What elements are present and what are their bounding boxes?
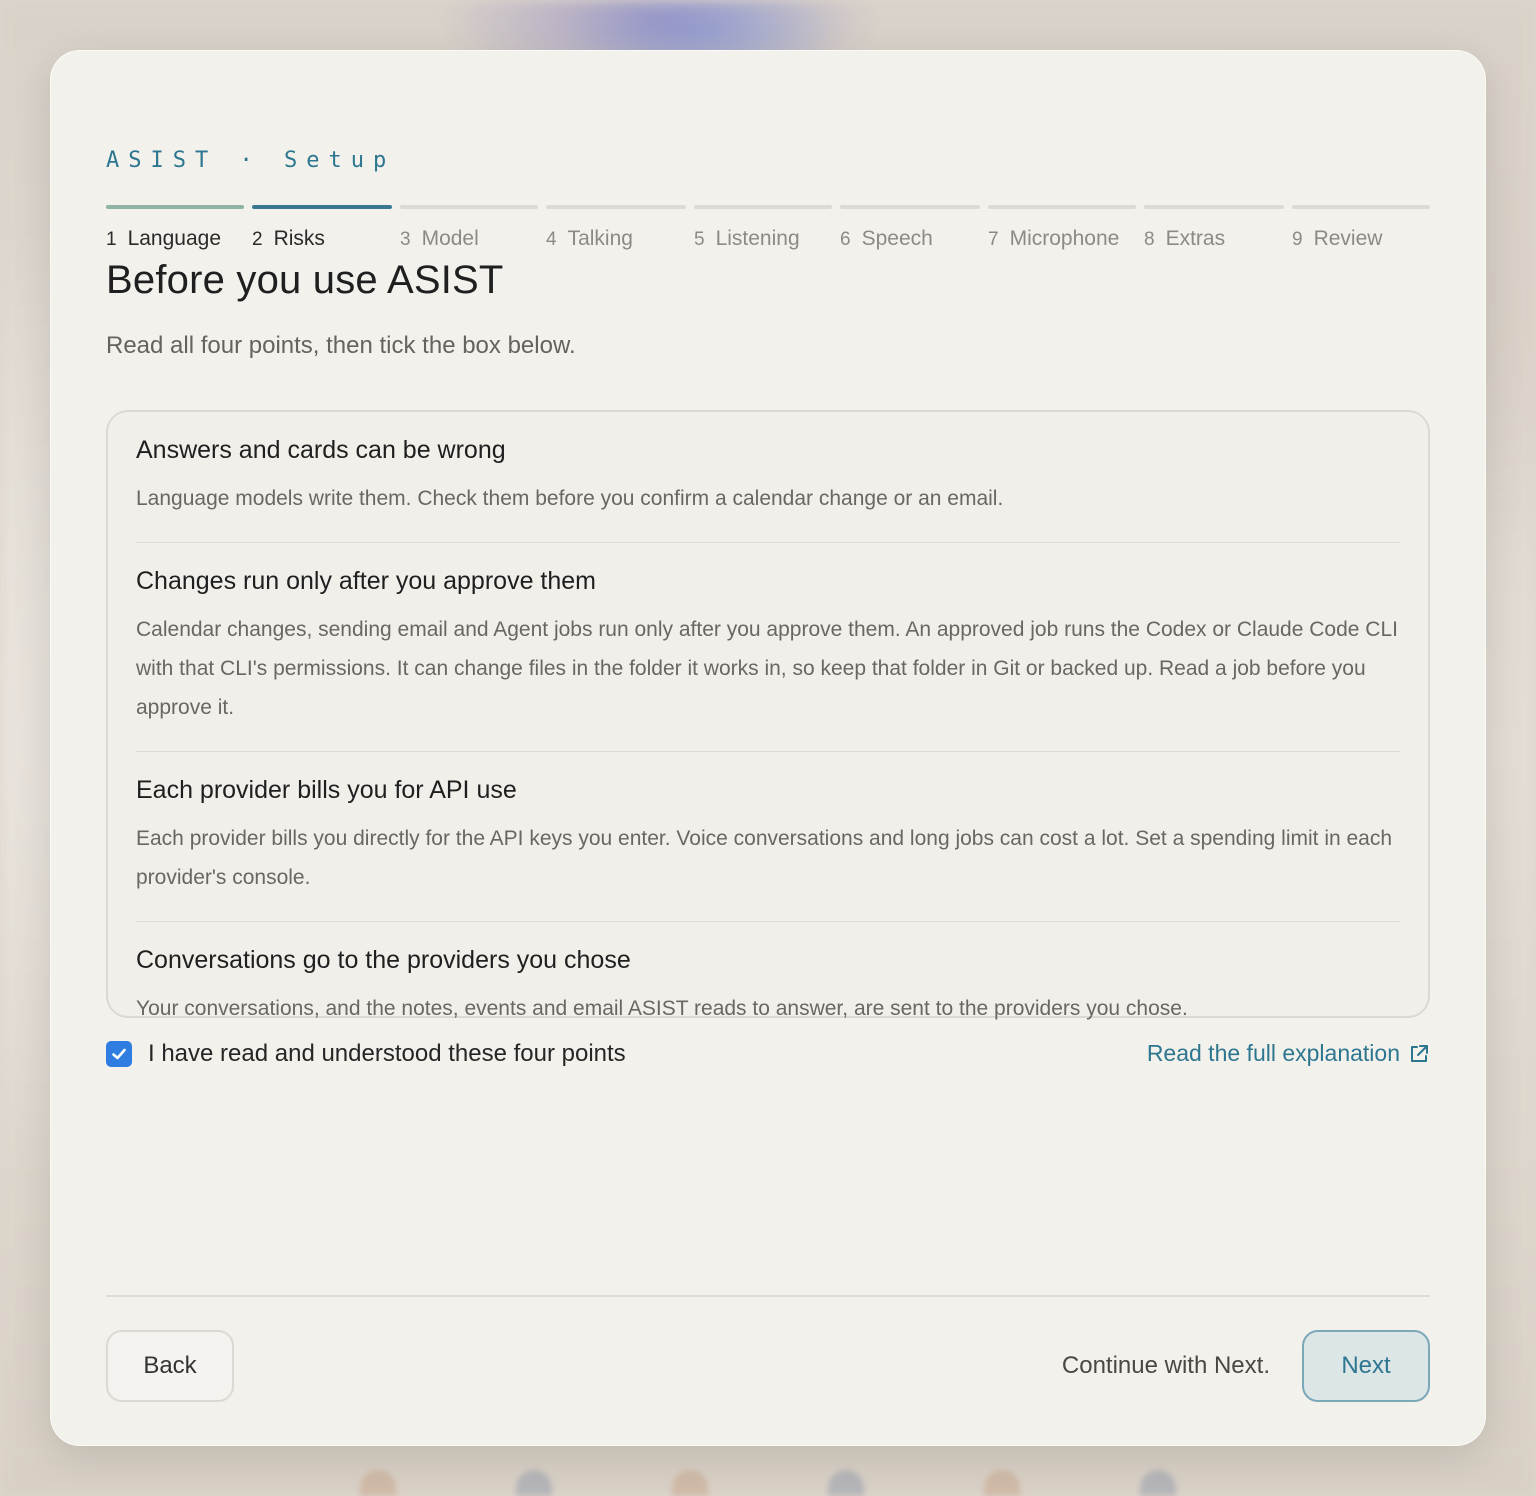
- step-extras[interactable]: 8 Extras: [1144, 205, 1284, 265]
- step-bar: [694, 205, 832, 209]
- step-review[interactable]: 9 Review: [1292, 205, 1430, 265]
- step-number: 6: [840, 229, 851, 250]
- step-label: Risks: [273, 227, 325, 250]
- dock-blurred: [0, 1456, 1536, 1496]
- footer-hint: Continue with Next.: [1061, 1352, 1270, 1379]
- step-number: 5: [694, 229, 705, 250]
- risk-point-body: Each provider bills you directly for the…: [136, 827, 1393, 889]
- risk-point-body: Language models write them. Check them b…: [136, 487, 1004, 510]
- step-bar: [1144, 205, 1284, 209]
- risk-point: Conversations go to the providers you ch…: [136, 922, 1400, 1052]
- footer-divider: [106, 1295, 1430, 1297]
- step-risks[interactable]: 2 Risks: [252, 205, 392, 265]
- next-button[interactable]: Next: [1302, 1330, 1430, 1402]
- step-number: 1: [106, 229, 117, 250]
- acknowledge-label[interactable]: I have read and understood these four po…: [148, 1040, 626, 1068]
- step-number: 9: [1292, 229, 1303, 250]
- page-subtitle: Read all four points, then tick the box …: [106, 332, 576, 359]
- risk-point-body: Calendar changes, sending email and Agen…: [136, 618, 1398, 719]
- step-microphone[interactable]: 7 Microphone: [988, 205, 1136, 265]
- checkmark-icon: [112, 1048, 126, 1060]
- external-link-icon: [1411, 1044, 1428, 1062]
- step-label: Speech: [861, 227, 933, 250]
- step-label: Listening: [715, 227, 800, 250]
- step-bar: [840, 205, 980, 209]
- step-number: 2: [252, 229, 263, 250]
- step-model[interactable]: 3 Model: [400, 205, 538, 265]
- step-label: Talking: [567, 227, 633, 250]
- full-explanation-link[interactable]: Read the full explanation: [1147, 1040, 1430, 1067]
- step-bar: [988, 205, 1136, 209]
- risk-points-panel: Answers and cards can be wrong Language …: [106, 410, 1430, 1020]
- step-number: 3: [400, 229, 411, 250]
- risk-point-body: Your conversations, and the notes, event…: [136, 997, 1188, 1020]
- risk-point-title: Each provider bills you for API use: [136, 776, 517, 804]
- risk-point-title: Changes run only after you approve them: [136, 567, 596, 595]
- step-language[interactable]: 1 Language: [106, 205, 244, 265]
- risk-point: Answers and cards can be wrong Language …: [136, 412, 1400, 543]
- step-number: 7: [988, 229, 999, 250]
- full-explanation-label[interactable]: Read the full explanation: [1147, 1040, 1400, 1067]
- step-bar: [546, 205, 686, 209]
- risk-point: Changes run only after you approve them …: [136, 543, 1400, 752]
- step-label: Model: [421, 227, 479, 250]
- step-label: Extras: [1165, 227, 1226, 250]
- step-number: 4: [546, 229, 557, 250]
- step-speech[interactable]: 6 Speech: [840, 205, 980, 265]
- acknowledge-checkbox[interactable]: [106, 1041, 132, 1067]
- setup-window: ASIST · Setup 1 Language 2 Risks 3 Model 4T…: [50, 50, 1486, 1446]
- step-label: Microphone: [1009, 227, 1120, 250]
- step-bar: [400, 205, 538, 209]
- step-bar: [252, 205, 392, 209]
- back-button[interactable]: Back: [106, 1330, 234, 1402]
- stepper: 1 Language 2 Risks 3 Model 4 Talking 5 Listen…: [106, 155, 1430, 250]
- step-label: Language: [127, 227, 222, 250]
- step-bar: [1292, 205, 1430, 209]
- risk-point: Each provider bills you for API use Each…: [136, 752, 1400, 922]
- step-label: Review: [1313, 227, 1383, 250]
- step-number: 8: [1144, 229, 1155, 250]
- step-bar: [106, 205, 244, 209]
- step-talking[interactable]: 4 Talking: [546, 205, 686, 265]
- acknowledge-row[interactable]: I have read and understood these four po…: [106, 1040, 626, 1068]
- step-listening[interactable]: 5 Listening: [694, 205, 832, 265]
- risk-point-title: Answers and cards can be wrong: [136, 436, 506, 464]
- page-title: Before you use ASIST: [106, 258, 504, 302]
- risk-point-title: Conversations go to the providers you ch…: [136, 946, 631, 974]
